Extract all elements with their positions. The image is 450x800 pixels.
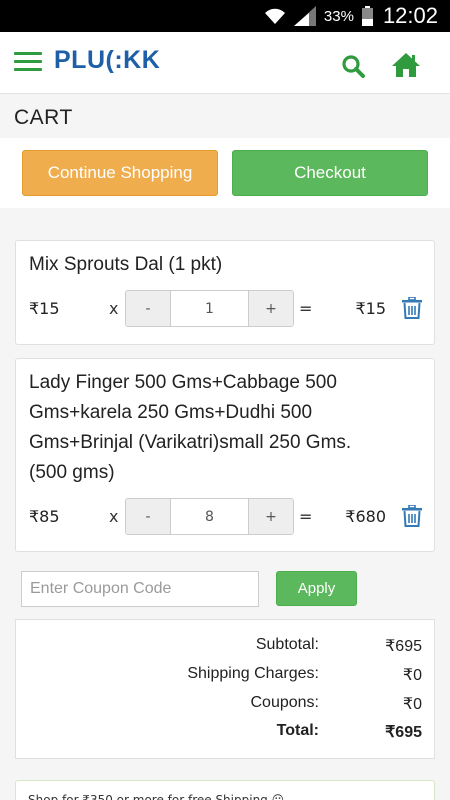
item-name-line: (500 gms) [29, 462, 115, 483]
item-name-line: Gms+karela 250 Gms+Dudhi 500 [29, 402, 313, 423]
item-name[interactable]: Lady Finger 500 Gms+Cabbage 500 Gms+kare… [29, 368, 351, 488]
quantity-stepper: - 8 + [125, 498, 294, 535]
page-title: CART [14, 106, 73, 129]
trash-icon[interactable] [402, 296, 422, 319]
continue-shopping-button[interactable]: Continue Shopping [22, 150, 218, 196]
decrease-quantity-button[interactable]: - [126, 291, 171, 326]
cart-actions: Continue Shopping Checkout [0, 138, 450, 208]
free-shipping-notice: Shop for ₹350 or more for free Shipping … [15, 780, 435, 800]
coupons-row: Coupons: ₹0 [16, 694, 436, 718]
total-value: ₹695 [385, 724, 422, 741]
item-total: ₹680 [345, 507, 386, 526]
item-name-line: Lady Finger 500 Gms+Cabbage 500 [29, 372, 337, 393]
item-price: ₹15 [29, 299, 60, 318]
order-summary: Subtotal: ₹695 Shipping Charges: ₹0 Coup… [15, 619, 435, 759]
coupon-code-input[interactable] [21, 571, 259, 607]
battery-percent: 33% [323, 7, 354, 25]
status-bar: 33% 12:02 [0, 0, 450, 32]
trash-icon[interactable] [402, 504, 422, 527]
coupons-value: ₹0 [402, 696, 422, 713]
equals-sign: = [299, 299, 313, 318]
total-row: Total: ₹695 [16, 722, 436, 746]
subtotal-row: Subtotal: ₹695 [16, 636, 436, 660]
checkout-button[interactable]: Checkout [232, 150, 428, 196]
shipping-value: ₹0 [402, 667, 422, 684]
coupons-label: Coupons: [250, 694, 320, 711]
multiply-sign: x [109, 507, 119, 526]
item-name[interactable]: Mix Sprouts Dal (1 pkt) [29, 250, 222, 280]
quantity-stepper: - 1 + [125, 290, 294, 327]
increase-quantity-button[interactable]: + [248, 291, 293, 326]
home-icon[interactable] [391, 52, 421, 78]
subtotal-value: ₹695 [385, 638, 422, 655]
cart-item: Mix Sprouts Dal (1 pkt) ₹15 x - 1 + = ₹1… [15, 240, 435, 345]
logo[interactable]: PLU(:KK [54, 46, 160, 75]
subtotal-label: Subtotal: [255, 636, 319, 653]
menu-icon[interactable] [14, 52, 42, 72]
total-label: Total: [276, 722, 319, 739]
shipping-label: Shipping Charges: [187, 665, 319, 682]
shipping-row: Shipping Charges: ₹0 [16, 665, 436, 689]
item-price: ₹85 [29, 507, 60, 526]
battery-icon [361, 6, 373, 26]
quantity-input[interactable]: 1 [171, 291, 248, 326]
app-header: PLU(:KK [0, 32, 450, 94]
equals-sign: = [299, 507, 313, 526]
multiply-sign: x [109, 299, 119, 318]
item-total: ₹15 [355, 299, 386, 318]
decrease-quantity-button[interactable]: - [126, 499, 171, 534]
item-name-line: Gms+Brinjal (Varikatri)small 250 Gms. [29, 432, 352, 453]
signal-icon [293, 6, 316, 26]
apply-coupon-button[interactable]: Apply [276, 571, 357, 606]
quantity-input[interactable]: 8 [171, 499, 248, 534]
clock: 12:02 [382, 3, 438, 28]
cart-item: Lady Finger 500 Gms+Cabbage 500 Gms+kare… [15, 358, 435, 552]
search-icon[interactable] [341, 54, 367, 80]
increase-quantity-button[interactable]: + [248, 499, 293, 534]
wifi-icon [264, 7, 286, 25]
